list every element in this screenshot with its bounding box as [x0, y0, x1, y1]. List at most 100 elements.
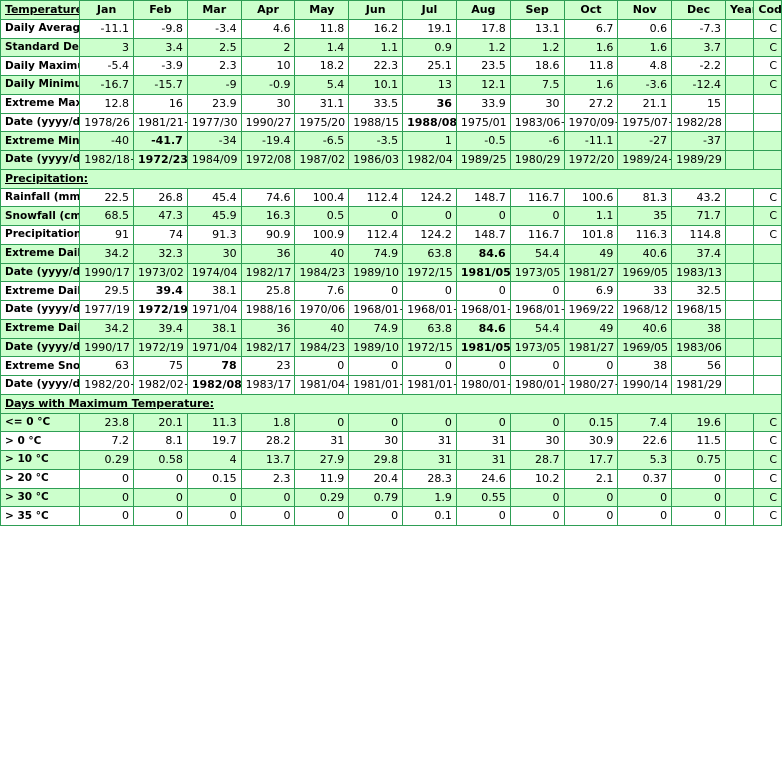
cell-may: 11.9 [294, 468, 350, 489]
cell-nov: 38 [617, 356, 673, 376]
cell-jun: 16.2 [348, 18, 404, 39]
cell-may: 100.9 [294, 225, 350, 245]
cell-aug: 24.6 [455, 468, 511, 489]
cell-aug: 12.1 [455, 75, 511, 95]
cell-jul: 0 [402, 412, 457, 433]
cell-nov: 1969/05 [617, 262, 673, 283]
cell-oct: 101.8 [563, 225, 619, 245]
column-header-code: Code [753, 0, 782, 20]
cell-year [724, 225, 755, 245]
cell-apr: 28.2 [240, 431, 296, 451]
cell-feb: -15.7 [133, 75, 188, 95]
cell-code [753, 112, 782, 133]
cell-code: C [753, 206, 782, 226]
cell-dec: 43.2 [671, 187, 726, 208]
cell-sep: 28.7 [509, 450, 565, 470]
cell-year [724, 506, 755, 526]
cell-code: C [753, 225, 782, 245]
table-row: Date (yyyy/dd)1977/191972/191971/041988/… [0, 300, 782, 320]
cell-oct: 1.6 [563, 37, 619, 58]
cell-sep: 1973/05 [509, 262, 565, 283]
table-row: Standard Deviation33.42.521.41.10.91.21.… [0, 37, 782, 58]
cell-code [753, 337, 782, 358]
cell-may: 1984/23 [294, 262, 350, 283]
cell-mar: 91.3 [186, 225, 242, 245]
cell-oct: 1970/09+ [563, 112, 619, 133]
cell-apr: 16.3 [240, 206, 296, 226]
cell-mar: 0 [186, 506, 242, 526]
row-label: Date (yyyy/dd) [0, 150, 81, 170]
table-row: Daily Maximum (°C)-5.4-3.92.31018.222.32… [0, 56, 782, 76]
cell-jan: 12.8 [79, 93, 135, 114]
cell-oct: -11.1 [563, 131, 619, 151]
cell-dec: -2.2 [671, 56, 726, 76]
cell-oct: 1969/22 [563, 300, 619, 320]
cell-oct: 100.6 [563, 187, 619, 208]
cell-feb: 20.1 [133, 412, 188, 433]
cell-jul: 0.9 [402, 37, 457, 58]
cell-aug: 84.6 [455, 243, 511, 264]
cell-nov: 40.6 [617, 243, 673, 264]
cell-may: 0 [294, 412, 350, 433]
cell-aug: 1989/25 [455, 150, 511, 170]
cell-nov: -3.6 [617, 75, 673, 95]
row-label: Daily Minimum (°C) [0, 75, 81, 95]
cell-oct: 49 [563, 243, 619, 264]
cell-year [724, 243, 755, 264]
cell-jan: 3 [79, 37, 135, 58]
cell-year [724, 131, 755, 151]
cell-aug: 148.7 [455, 187, 511, 208]
cell-jul: 36 [402, 93, 457, 114]
cell-jul: 13 [402, 75, 457, 95]
cell-year [724, 356, 755, 376]
cell-oct: 6.9 [563, 281, 619, 301]
cell-mar: 45.4 [186, 187, 242, 208]
cell-feb: 3.4 [133, 37, 188, 58]
cell-dec: 71.7 [671, 206, 726, 226]
cell-oct: 17.7 [563, 450, 619, 470]
cell-code [753, 243, 782, 264]
cell-year [724, 112, 755, 133]
cell-jan: -5.4 [79, 56, 135, 76]
cell-jun: 1988/15 [348, 112, 404, 133]
column-header-month-nov: Nov [617, 0, 673, 20]
cell-dec: 15 [671, 93, 726, 114]
cell-dec: 0 [671, 468, 726, 489]
cell-jan: 34.2 [79, 243, 135, 264]
cell-sep: 30 [509, 431, 565, 451]
cell-jan: 0 [79, 506, 135, 526]
cell-jan: 23.8 [79, 412, 135, 433]
cell-mar: 2.5 [186, 37, 242, 58]
cell-sep: 0 [509, 487, 565, 508]
cell-may: -6.5 [294, 131, 350, 151]
cell-may: 18.2 [294, 56, 350, 76]
cell-feb: 1982/02+ [133, 375, 188, 395]
cell-apr: 30 [240, 93, 296, 114]
cell-jan: 0 [79, 487, 135, 508]
cell-jul: 31 [402, 450, 457, 470]
cell-code [753, 93, 782, 114]
cell-year [724, 187, 755, 208]
cell-mar: -34 [186, 131, 242, 151]
cell-jul: 1972/15 [402, 337, 457, 358]
cell-code: C [753, 75, 782, 95]
cell-feb: 1973/02 [133, 262, 188, 283]
cell-may: 0.29 [294, 487, 350, 508]
cell-jul: 1968/01+ [402, 300, 457, 320]
cell-may: 27.9 [294, 450, 350, 470]
cell-year [724, 206, 755, 226]
cell-jan: 68.5 [79, 206, 135, 226]
cell-jan: 1982/20+ [79, 375, 135, 395]
column-header-month-jul: Jul [402, 0, 457, 20]
cell-jul: 1 [402, 131, 457, 151]
cell-aug: 1.2 [455, 37, 511, 58]
cell-may: 1975/20 [294, 112, 350, 133]
cell-aug: 31 [455, 431, 511, 451]
cell-mar: 30 [186, 243, 242, 264]
cell-may: 31.1 [294, 93, 350, 114]
cell-aug: 23.5 [455, 56, 511, 76]
cell-oct: 27.2 [563, 93, 619, 114]
column-header-month-may: May [294, 0, 350, 20]
table-row: > 0 °C 7.2 8.1 19.7 28.2 31 30 31 31 30 30.9 22.6 11… [0, 431, 782, 451]
cell-apr: 4.6 [240, 18, 296, 39]
